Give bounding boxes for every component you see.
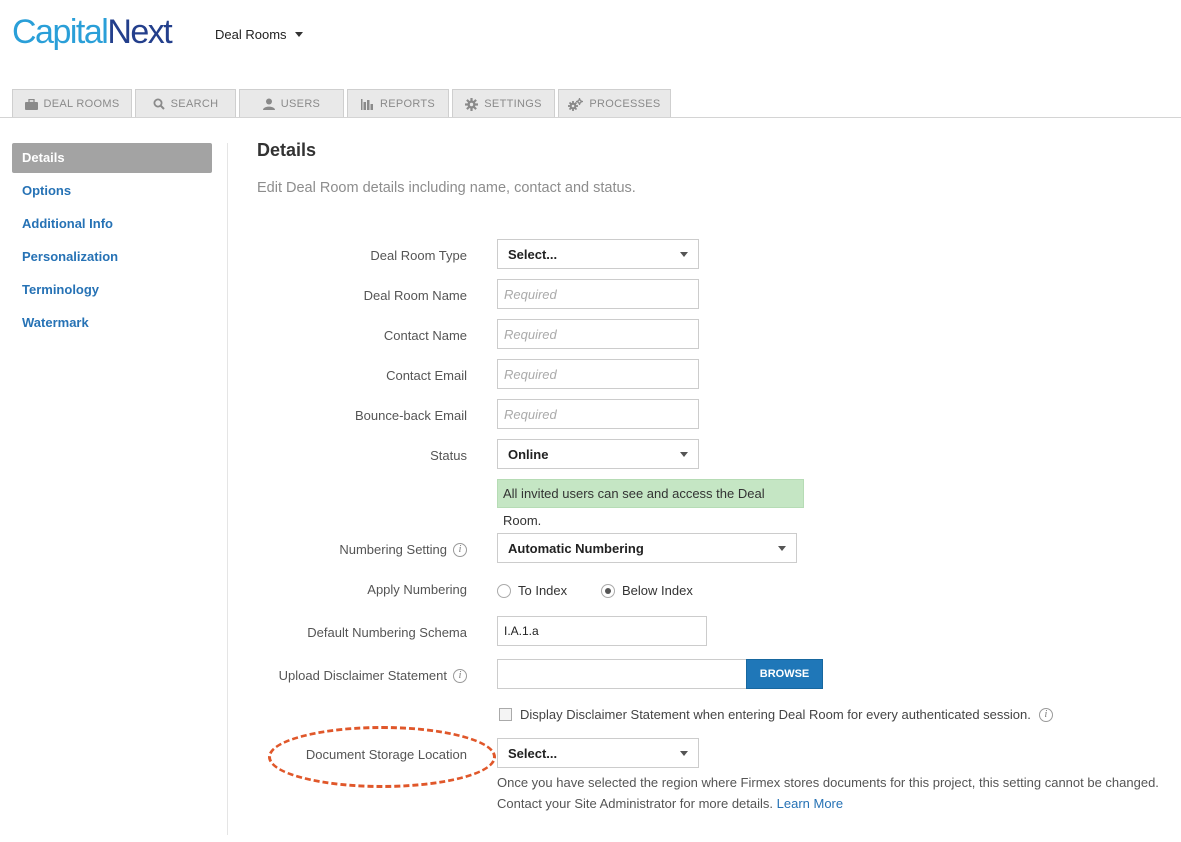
- deal-room-name-label: Deal Room Name: [364, 288, 467, 303]
- info-icon[interactable]: i: [1038, 707, 1053, 722]
- status-select[interactable]: Online: [497, 439, 699, 469]
- deal-room-name-label-text: Deal Room Name: [363, 288, 467, 303]
- user-icon: [262, 98, 275, 110]
- deal-room-type-label: Deal Room Type: [370, 248, 467, 263]
- logo-part-capital: Capital: [12, 13, 109, 51]
- tab-users[interactable]: USERS: [239, 89, 344, 118]
- contact-name-input[interactable]: [497, 319, 699, 349]
- status-label-text: Status: [430, 448, 467, 463]
- deal-rooms-dropdown-label: Deal Rooms: [215, 27, 287, 42]
- deal-room-type-select[interactable]: Select...: [497, 239, 699, 269]
- display-disclaimer-checkbox[interactable]: [499, 708, 512, 721]
- capitalnext-logo[interactable]: CapitalNext: [12, 12, 173, 52]
- chevron-down-icon: [294, 32, 303, 37]
- status-value: Online: [508, 446, 549, 462]
- tab-processes-label: PROCESSES: [589, 98, 661, 110]
- tab-processes[interactable]: PROCESSES: [558, 89, 671, 118]
- display-disclaimer-row: Display Disclaimer Statement when enteri…: [499, 707, 1053, 722]
- sidebar-item-options[interactable]: Options: [12, 176, 212, 206]
- sidebar-item-personalization[interactable]: Personalization: [12, 242, 212, 272]
- gears-icon: [568, 97, 584, 111]
- annotation-ellipse: [268, 726, 496, 788]
- tab-deal-rooms-label: DEAL ROOMS: [43, 98, 120, 110]
- tab-settings[interactable]: SETTINGS: [452, 89, 555, 118]
- browse-button[interactable]: BROWSE: [746, 659, 823, 689]
- tab-settings-label: SETTINGS: [484, 98, 542, 110]
- radio-to-index[interactable]: To Index: [497, 583, 567, 598]
- chevron-down-icon: [680, 452, 688, 457]
- bounce-back-email-label-text: Bounce-back Email: [355, 408, 467, 423]
- bounce-back-email-label: Bounce-back Email: [355, 408, 467, 423]
- apply-numbering-label-text: Apply Numbering: [367, 582, 467, 597]
- numbering-setting-select[interactable]: Automatic Numbering: [497, 533, 797, 563]
- gear-icon: [465, 97, 479, 111]
- display-disclaimer-label: Display Disclaimer Statement when enteri…: [520, 707, 1031, 722]
- storage-location-help: Once you have selected the region where …: [497, 772, 1177, 814]
- page-title: Details: [257, 140, 317, 160]
- numbering-schema-label: Default Numbering Schema: [307, 625, 467, 640]
- sidebar-item-details[interactable]: Details: [12, 143, 212, 173]
- deal-room-type-value: Select...: [508, 246, 558, 262]
- contact-email-label-text: Contact Email: [386, 368, 467, 383]
- storage-location-value: Select...: [508, 745, 558, 761]
- contact-name-label-text: Contact Name: [383, 328, 467, 343]
- radio-below-index-label: Below Index: [622, 583, 693, 598]
- deal-room-type-label-text: Deal Room Type: [370, 248, 467, 263]
- deal-rooms-dropdown[interactable]: Deal Rooms: [215, 27, 303, 42]
- logo-part-next: Next: [107, 13, 172, 51]
- storage-location-select[interactable]: Select...: [497, 738, 699, 768]
- main-tabs: DEAL ROOMS SEARCH USERS REPORTS SETTINGS…: [12, 89, 671, 118]
- bounce-back-email-input[interactable]: [497, 399, 699, 429]
- search-icon: [153, 98, 165, 110]
- learn-more-link[interactable]: Learn More: [777, 796, 843, 811]
- radio-below-index[interactable]: Below Index: [601, 583, 693, 598]
- briefcase-icon: [24, 98, 38, 110]
- apply-numbering-label: Apply Numbering: [367, 582, 467, 597]
- sidebar-item-additional-info[interactable]: Additional Info: [12, 209, 212, 239]
- contact-name-label: Contact Name: [384, 328, 467, 343]
- sidebar-divider: [227, 143, 228, 835]
- storage-help-line1: Once you have selected the region where …: [497, 775, 1159, 790]
- storage-help-line2: Contact your Site Administrator for more…: [497, 796, 774, 811]
- disclaimer-file-input[interactable]: [497, 659, 747, 689]
- sidebar: Details Options Additional Info Personal…: [12, 143, 212, 341]
- numbering-setting-label-text: Numbering Setting: [339, 542, 447, 557]
- numbering-schema-input[interactable]: [497, 616, 707, 646]
- tab-deal-rooms[interactable]: DEAL ROOMS: [12, 89, 132, 118]
- bar-chart-icon: [360, 98, 373, 110]
- numbering-setting-label: Numbering Setting i: [339, 542, 467, 557]
- radio-below-index-button[interactable]: [601, 583, 615, 598]
- chevron-down-icon: [680, 751, 688, 756]
- disclaimer-label-text: Upload Disclaimer Statement: [278, 668, 447, 683]
- contact-email-label: Contact Email: [386, 368, 467, 383]
- disclaimer-label: Upload Disclaimer Statement i: [279, 668, 467, 683]
- numbering-schema-label-text: Default Numbering Schema: [307, 625, 467, 640]
- tab-bar-divider: [0, 117, 1181, 118]
- tab-search-label: SEARCH: [170, 98, 219, 110]
- radio-to-index-button[interactable]: [497, 583, 511, 598]
- page-subtitle: Edit Deal Room details including name, c…: [257, 180, 636, 196]
- tab-reports[interactable]: REPORTS: [347, 89, 449, 118]
- tab-reports-label: REPORTS: [379, 98, 436, 110]
- radio-to-index-label: To Index: [518, 583, 568, 598]
- info-icon[interactable]: i: [453, 542, 467, 557]
- tab-users-label: USERS: [280, 98, 321, 110]
- status-note: All invited users can see and access the…: [497, 479, 804, 528]
- deal-room-name-input[interactable]: [497, 279, 699, 309]
- sidebar-item-watermark[interactable]: Watermark: [12, 308, 212, 338]
- storage-help-line2-row: Contact your Site Administrator for more…: [497, 793, 1177, 814]
- chevron-down-icon: [778, 546, 786, 551]
- status-label: Status: [430, 448, 467, 463]
- contact-email-input[interactable]: [497, 359, 699, 389]
- numbering-setting-value: Automatic Numbering: [508, 540, 644, 556]
- chevron-down-icon: [680, 252, 688, 257]
- sidebar-item-terminology[interactable]: Terminology: [12, 275, 212, 305]
- tab-search[interactable]: SEARCH: [135, 89, 236, 118]
- info-icon[interactable]: i: [453, 668, 467, 683]
